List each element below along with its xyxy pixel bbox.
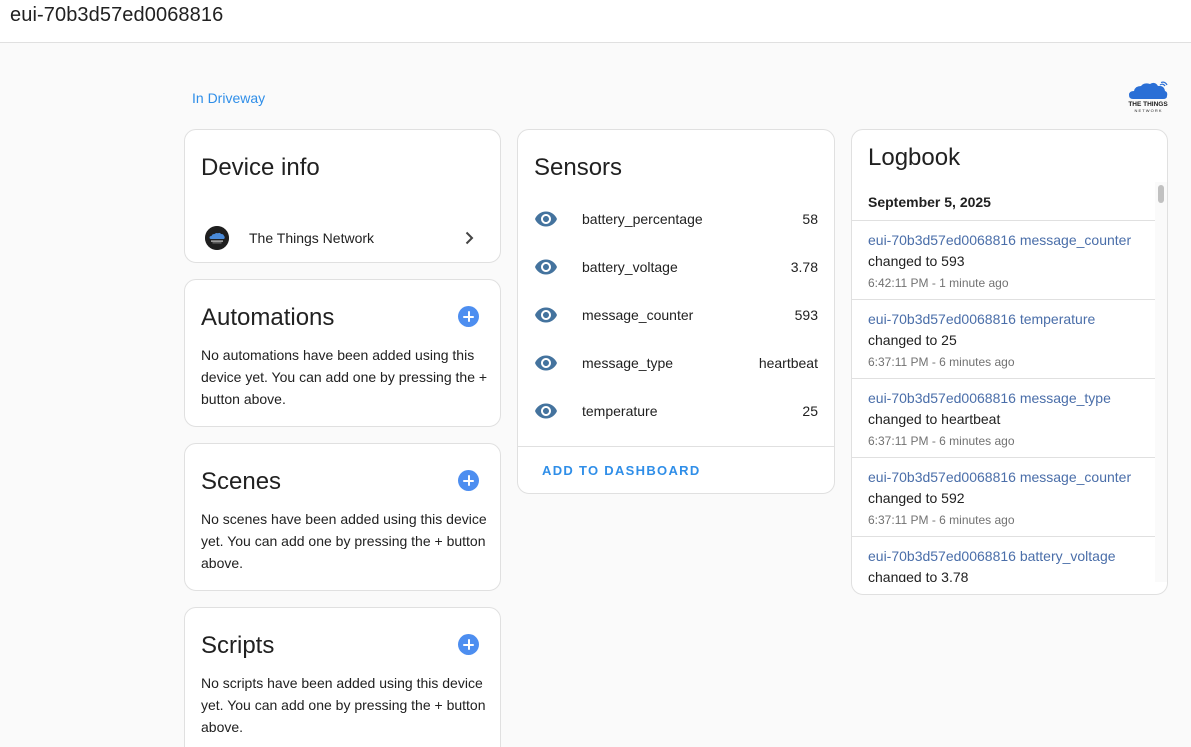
logbook-entity-link[interactable]: eui-70b3d57ed0068816 temperature [868, 311, 1095, 327]
logbook-message: changed to 3.78 [868, 569, 969, 582]
logbook-time: 6:42:11 PM - 1 minute ago [868, 276, 1009, 290]
sensor-row[interactable]: message_type heartbeat [518, 339, 834, 387]
logbook-date-header: September 5, 2025 [868, 194, 991, 210]
logbook-entry: eui-70b3d57ed0068816 message_counter cha… [852, 220, 1155, 299]
logo-text-line1: THE THINGS [1128, 101, 1168, 108]
area-link[interactable]: In Driveway [192, 90, 265, 106]
automations-title: Automations [201, 304, 335, 331]
logbook-scrollbar-thumb[interactable] [1158, 185, 1164, 203]
automations-empty-text: No automations have been added using thi… [201, 347, 488, 407]
automations-card: Automations No automations have been add… [184, 279, 501, 427]
sensor-value: 58 [802, 211, 818, 227]
sensor-label: temperature [582, 403, 658, 419]
logbook-entity-link[interactable]: eui-70b3d57ed0068816 message_counter [868, 232, 1131, 248]
sensors-title: Sensors [534, 154, 623, 181]
logbook-card: Logbook September 5, 2025 eui-70b3d57ed0… [851, 129, 1168, 595]
logbook-entity-link[interactable]: eui-70b3d57ed0068816 battery_voltage [868, 548, 1116, 564]
device-info-card: Device info The Things Network [184, 129, 501, 263]
add-automation-button[interactable] [458, 306, 479, 327]
eye-icon [535, 211, 557, 227]
logbook-time: 6:37:11 PM - 6 minutes ago [868, 513, 1015, 527]
logbook-message: changed to 25 [868, 332, 957, 348]
sensor-row[interactable]: temperature 25 [518, 387, 834, 435]
the-things-network-logo: THE THINGS N E T W O R K [1128, 81, 1168, 113]
logbook-entry: eui-70b3d57ed0068816 temperature changed… [852, 299, 1155, 378]
sensor-label: message_counter [582, 307, 694, 323]
eye-icon [535, 307, 557, 323]
logbook-time: 6:37:11 PM - 6 minutes ago [868, 434, 1015, 448]
add-scene-button[interactable] [458, 470, 479, 491]
sensor-value: 3.78 [790, 259, 818, 275]
logbook-time: 6:37:11 PM - 6 minutes ago [868, 355, 1015, 369]
sensors-card: Sensors battery_percentage 58 battery_vo… [517, 129, 835, 494]
logbook-entry: eui-70b3d57ed0068816 message_counter cha… [852, 457, 1155, 536]
logo-text-line2: N E T W O R K [1135, 108, 1162, 113]
scripts-title: Scripts [201, 632, 275, 659]
logbook-entry: eui-70b3d57ed0068816 battery_voltage cha… [852, 536, 1155, 582]
logbook-title: Logbook [868, 144, 961, 171]
eye-icon [535, 403, 557, 419]
scenes-empty-text: No scenes have been added using this dev… [201, 511, 487, 571]
sensor-row[interactable]: battery_voltage 3.78 [518, 243, 834, 291]
scripts-card: Scripts No scripts have been added using… [184, 607, 501, 747]
sensor-label: battery_percentage [582, 211, 703, 227]
sensor-label: message_type [582, 355, 674, 371]
page-title: eui-70b3d57ed0068816 [10, 4, 224, 26]
chevron-right-icon [465, 231, 474, 245]
logbook-list[interactable]: September 5, 2025 eui-70b3d57ed0068816 m… [852, 182, 1155, 582]
scripts-empty-text: No scripts have been added using this de… [201, 675, 486, 735]
integration-name: The Things Network [249, 230, 375, 246]
logbook-scrollbar-track[interactable] [1155, 182, 1167, 582]
add-to-dashboard-button[interactable]: ADD TO DASHBOARD [542, 463, 701, 478]
sensor-row[interactable]: message_counter 593 [518, 291, 834, 339]
add-script-button[interactable] [458, 634, 479, 655]
logbook-message: changed to 593 [868, 253, 965, 269]
sensor-row[interactable]: battery_percentage 58 [518, 195, 834, 243]
logbook-entity-link[interactable]: eui-70b3d57ed0068816 message_counter [868, 469, 1131, 485]
scenes-card: Scenes No scenes have been added using t… [184, 443, 501, 591]
logbook-message: changed to heartbeat [868, 411, 1001, 427]
card-divider [518, 446, 834, 447]
sensor-value: heartbeat [758, 355, 818, 371]
device-info-title: Device info [201, 154, 320, 181]
sensor-label: battery_voltage [582, 259, 678, 275]
sensor-value: 25 [802, 403, 818, 419]
logbook-entry: eui-70b3d57ed0068816 message_type change… [852, 378, 1155, 457]
eye-icon [535, 259, 557, 275]
eye-icon [535, 355, 557, 371]
integration-row[interactable]: The Things Network [185, 222, 500, 262]
integration-avatar [205, 226, 229, 250]
scenes-title: Scenes [201, 468, 282, 495]
logbook-message: changed to 592 [868, 490, 965, 506]
top-bar: eui-70b3d57ed0068816 [0, 0, 1191, 43]
logbook-entity-link[interactable]: eui-70b3d57ed0068816 message_type [868, 390, 1111, 406]
sensor-value: 593 [794, 307, 818, 323]
